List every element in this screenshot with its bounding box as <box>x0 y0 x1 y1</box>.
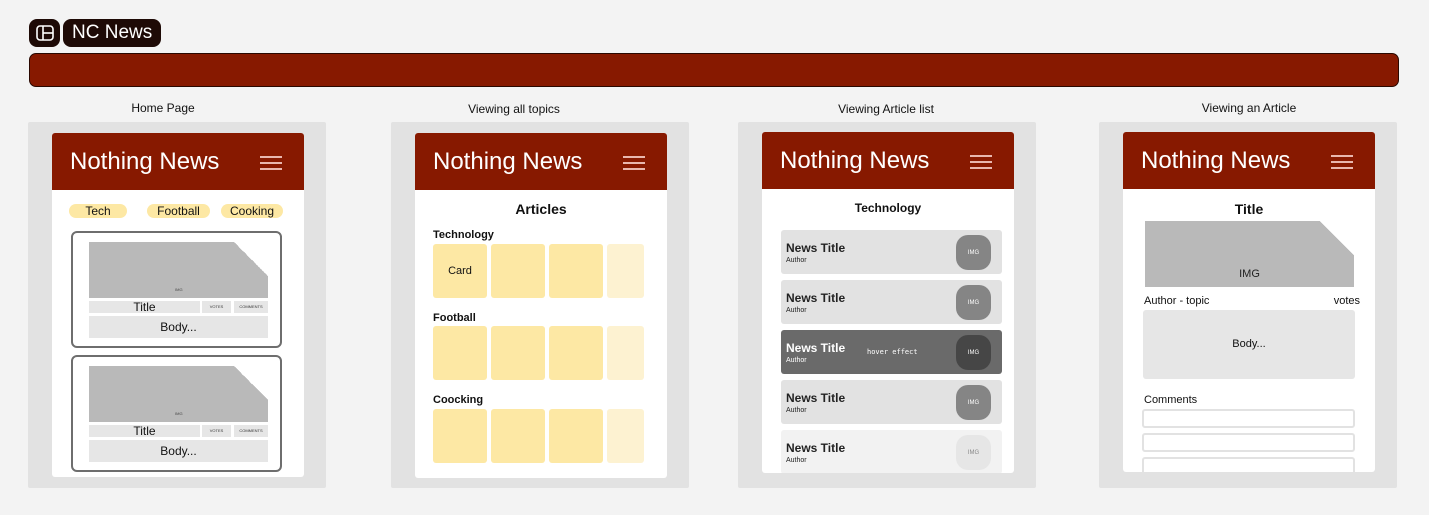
news-author: Author <box>786 457 807 464</box>
topic-section-title: Technology <box>433 229 494 241</box>
phone-home: Nothing News Tech Football Cooking IMG T… <box>52 133 304 477</box>
article-title: Title <box>89 301 200 313</box>
menu-icon[interactable] <box>1331 155 1353 169</box>
image-placeholder-label: IMG <box>1239 268 1260 280</box>
news-title: News Title <box>786 441 846 455</box>
frame-label-list: Viewing Article list <box>838 102 934 116</box>
hover-effect-note: hover effect <box>867 348 918 356</box>
comments-label: Comments <box>1144 394 1198 406</box>
page-fold-icon <box>234 366 268 400</box>
thumbnail-image: IMG <box>956 435 991 470</box>
app-header: Nothing News <box>52 133 304 190</box>
comments-chip[interactable]: COMMENTS <box>234 301 268 313</box>
topic-section-title: Football <box>433 312 476 324</box>
article-body: Body... <box>1143 310 1355 379</box>
menu-icon[interactable] <box>623 156 645 170</box>
header-title: Nothing News <box>1141 147 1291 174</box>
topic-card[interactable] <box>607 326 644 380</box>
topic-card[interactable] <box>491 409 545 463</box>
topic-card[interactable] <box>607 244 644 298</box>
brand-banner <box>29 53 1399 87</box>
frame-label-topics: Viewing all topics <box>468 102 560 116</box>
topic-pill-cooking[interactable]: Cooking <box>221 204 283 218</box>
article-image: IMG <box>89 242 268 298</box>
topic-card[interactable] <box>433 326 487 380</box>
article-image: IMG <box>89 366 268 422</box>
author-topic: Author - topic <box>1144 295 1210 307</box>
list-item[interactable]: News Title Author IMG <box>781 280 1002 324</box>
page-heading: Technology <box>854 201 922 215</box>
phone-article: Nothing News Title IMG Author - topic vo… <box>1123 132 1375 472</box>
news-title: News Title <box>786 241 846 255</box>
thumbnail-image: IMG <box>956 235 991 270</box>
news-author: Author <box>786 257 807 264</box>
header-title: Nothing News <box>433 148 583 175</box>
layout-icon[interactable] <box>29 19 60 47</box>
topic-card[interactable] <box>491 244 545 298</box>
votes-chip[interactable]: VOTES <box>202 301 231 313</box>
menu-icon[interactable] <box>970 155 992 169</box>
article-image: IMG <box>1145 221 1354 287</box>
comments-chip[interactable]: COMMENTS <box>234 425 268 437</box>
list-item[interactable]: News Title Author IMG <box>781 230 1002 274</box>
frame-list: Nothing News Technology News Title Autho… <box>738 122 1036 488</box>
article-title: Title <box>89 425 200 437</box>
page-heading: Articles <box>515 201 567 217</box>
image-placeholder-label: IMG <box>175 411 183 416</box>
topic-card[interactable] <box>549 244 603 298</box>
article-title: Title <box>1234 201 1264 217</box>
page-fold-icon <box>1320 221 1354 255</box>
topic-pill-tech[interactable]: Tech <box>69 204 127 218</box>
image-placeholder-label: IMG <box>175 287 183 292</box>
topic-card[interactable] <box>549 326 603 380</box>
topic-card[interactable] <box>549 409 603 463</box>
thumbnail-image: IMG <box>956 285 991 320</box>
app-header: Nothing News <box>415 133 667 190</box>
article-body: Body... <box>89 440 268 462</box>
frame-label-article: Viewing an Article <box>1201 101 1297 115</box>
topic-section-title: Coocking <box>433 394 484 406</box>
list-item-hovered[interactable]: News Title Author hover effect IMG <box>781 330 1002 374</box>
comment-item[interactable] <box>1142 457 1355 472</box>
header-title: Nothing News <box>70 148 220 175</box>
frame-topics: Nothing News Articles Technology Card Fo… <box>391 122 689 488</box>
topic-card[interactable] <box>607 409 644 463</box>
app-title: NC News <box>63 19 162 47</box>
article-card[interactable]: IMG Title VOTES COMMENTS Body... <box>71 231 282 348</box>
news-author: Author <box>786 407 807 414</box>
app-header: Nothing News <box>762 132 1014 189</box>
votes-label[interactable]: votes <box>1334 295 1360 307</box>
news-author: Author <box>786 307 807 314</box>
comment-item[interactable] <box>1142 433 1355 452</box>
frame-home: Nothing News Tech Football Cooking IMG T… <box>28 122 326 488</box>
comment-item[interactable] <box>1142 409 1355 428</box>
thumbnail-image: IMG <box>956 385 991 420</box>
thumbnail-image: IMG <box>956 335 991 370</box>
topic-card[interactable]: Card <box>433 244 487 298</box>
news-author: Author <box>786 357 807 364</box>
list-item[interactable]: News Title Author IMG <box>781 380 1002 424</box>
topic-card[interactable] <box>491 326 545 380</box>
article-card[interactable]: IMG Title VOTES COMMENTS Body... <box>71 355 282 472</box>
app-header: Nothing News <box>1123 132 1375 189</box>
phone-list: Nothing News Technology News Title Autho… <box>762 132 1014 473</box>
topic-pill-football[interactable]: Football <box>147 204 210 218</box>
article-body: Body... <box>89 316 268 338</box>
menu-icon[interactable] <box>260 156 282 170</box>
news-title: News Title <box>786 391 846 405</box>
frame-article: Nothing News Title IMG Author - topic vo… <box>1099 122 1397 488</box>
news-title: News Title <box>786 341 846 355</box>
frame-label-home: Home Page <box>131 101 195 115</box>
list-item[interactable]: News Title Author IMG <box>781 430 1002 473</box>
news-title: News Title <box>786 291 846 305</box>
votes-chip[interactable]: VOTES <box>202 425 231 437</box>
header-title: Nothing News <box>780 147 930 174</box>
page-fold-icon <box>234 242 268 276</box>
phone-topics: Nothing News Articles Technology Card Fo… <box>415 133 667 478</box>
topic-card[interactable] <box>433 409 487 463</box>
